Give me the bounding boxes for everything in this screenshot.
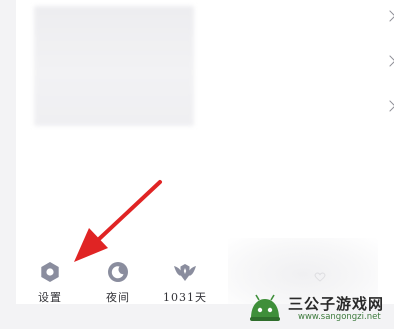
- days-badge-button[interactable]: 1031天: [155, 260, 215, 305]
- settings-icon: [41, 262, 59, 282]
- winged-badge-icon: [174, 264, 196, 281]
- menu-panel: [16, 0, 394, 304]
- watermark-url: www.sangongzi.net: [298, 312, 381, 322]
- watermark-logo-icon: [250, 294, 280, 321]
- night-mode-button[interactable]: 夜间: [88, 260, 148, 305]
- blurred-content: [34, 6, 194, 126]
- heart-icon: [314, 272, 326, 282]
- watermark-title: 三公子游戏网: [288, 295, 385, 313]
- days-label: 1031天: [163, 291, 207, 304]
- settings-label: 设置: [38, 291, 62, 304]
- night-mode-label: 夜间: [106, 291, 130, 304]
- settings-button[interactable]: 设置: [20, 260, 80, 305]
- watermark: 三公子游戏网 www.sangongzi.net: [248, 291, 388, 325]
- moon-icon: [108, 262, 128, 282]
